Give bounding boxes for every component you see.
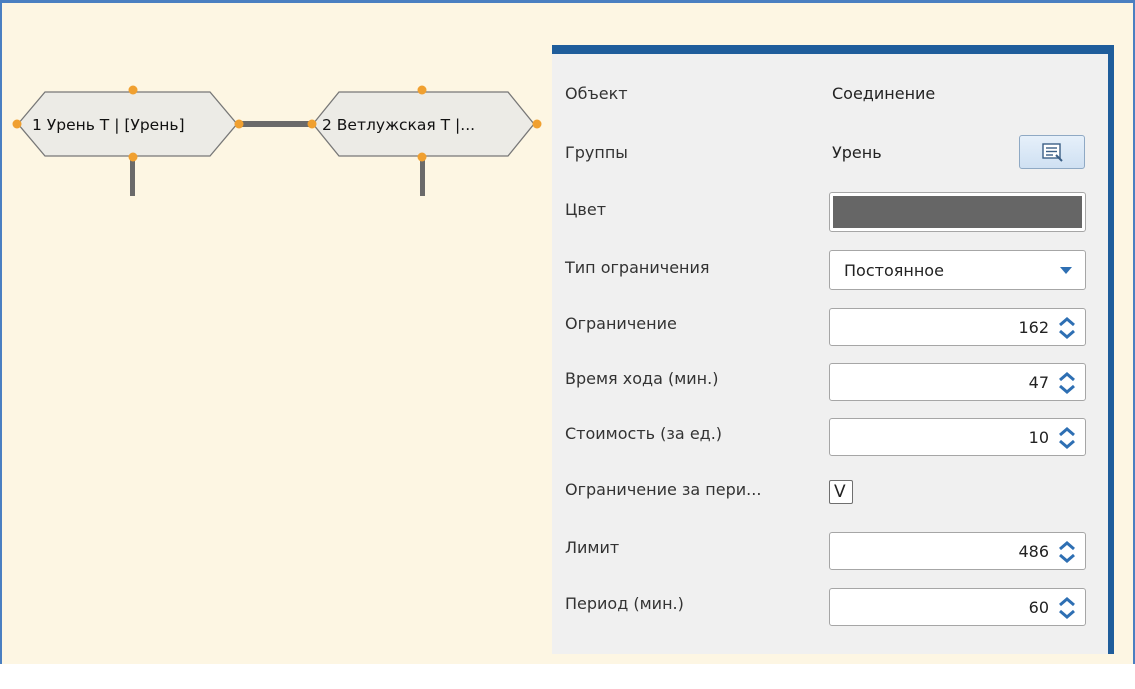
- limit-label: Ограничение: [565, 314, 677, 333]
- period-label: Период (мин.): [565, 594, 684, 613]
- period-stepper[interactable]: 60: [829, 588, 1086, 626]
- color-picker[interactable]: [829, 192, 1086, 232]
- node-2-stub: [420, 158, 425, 196]
- bottom-strip: [0, 664, 1135, 689]
- color-label: Цвет: [565, 200, 607, 219]
- node-1[interactable]: 1 Урень Т | [Урень]: [17, 91, 238, 157]
- port-node1-left[interactable]: [12, 119, 22, 129]
- groups-label: Группы: [565, 143, 628, 162]
- list-edit-icon: [1042, 143, 1063, 162]
- port-node1-top[interactable]: [128, 85, 138, 95]
- connection-edge[interactable]: [236, 121, 314, 127]
- travel-time-stepper[interactable]: 47: [829, 363, 1086, 401]
- travel-time-label: Время хода (мин.): [565, 369, 719, 388]
- port-node2-left[interactable]: [307, 119, 317, 129]
- period-limit-label: Ограничение за пери...: [565, 480, 762, 499]
- groups-value: Урень: [832, 143, 882, 162]
- cost-stepper[interactable]: 10: [829, 418, 1086, 456]
- limit-type-value: Постоянное: [844, 261, 944, 280]
- cost-label: Стоимость (за ед.): [565, 424, 723, 443]
- travel-time-value: 47: [1028, 373, 1049, 392]
- cost-value: 10: [1028, 428, 1049, 447]
- stepper-arrows-icon[interactable]: [1057, 540, 1077, 564]
- color-swatch: [833, 196, 1082, 228]
- node-2-label: 2 Ветлужская Т |...: [322, 116, 475, 134]
- limit-value: 162: [1018, 318, 1049, 337]
- stepper-arrows-icon[interactable]: [1057, 316, 1077, 340]
- port-node1-bottom[interactable]: [128, 152, 138, 162]
- stepper-arrows-icon[interactable]: [1057, 596, 1077, 620]
- node-2[interactable]: 2 Ветлужская Т |...: [312, 91, 535, 157]
- quota-stepper[interactable]: 486: [829, 532, 1086, 570]
- checkmark-icon: V: [834, 482, 846, 502]
- limit-stepper[interactable]: 162: [829, 308, 1086, 346]
- node-1-label: 1 Урень Т | [Урень]: [32, 116, 185, 134]
- stepper-arrows-icon[interactable]: [1057, 426, 1077, 450]
- chevron-down-icon: [1060, 267, 1072, 274]
- groups-edit-button[interactable]: [1019, 135, 1085, 169]
- object-label: Объект: [565, 84, 628, 103]
- port-node2-top[interactable]: [417, 85, 427, 95]
- port-node1-right[interactable]: [234, 119, 244, 129]
- limit-type-label: Тип ограничения: [565, 258, 710, 277]
- period-limit-checkbox[interactable]: V: [829, 480, 853, 504]
- limit-type-select[interactable]: Постоянное: [829, 250, 1086, 290]
- diagram-svg: 1 Урень Т | [Урень] 2 Ветлужская Т |...: [12, 85, 542, 196]
- quota-value: 486: [1018, 542, 1049, 561]
- object-value: Соединение: [832, 84, 936, 103]
- period-value: 60: [1028, 598, 1049, 617]
- properties-panel: Объект Соединение Группы Урень Цвет Тип …: [552, 45, 1114, 654]
- port-node2-bottom[interactable]: [417, 152, 427, 162]
- quota-label: Лимит: [565, 538, 620, 557]
- port-node2-right[interactable]: [532, 119, 542, 129]
- node-1-stub: [130, 158, 135, 196]
- stepper-arrows-icon[interactable]: [1057, 371, 1077, 395]
